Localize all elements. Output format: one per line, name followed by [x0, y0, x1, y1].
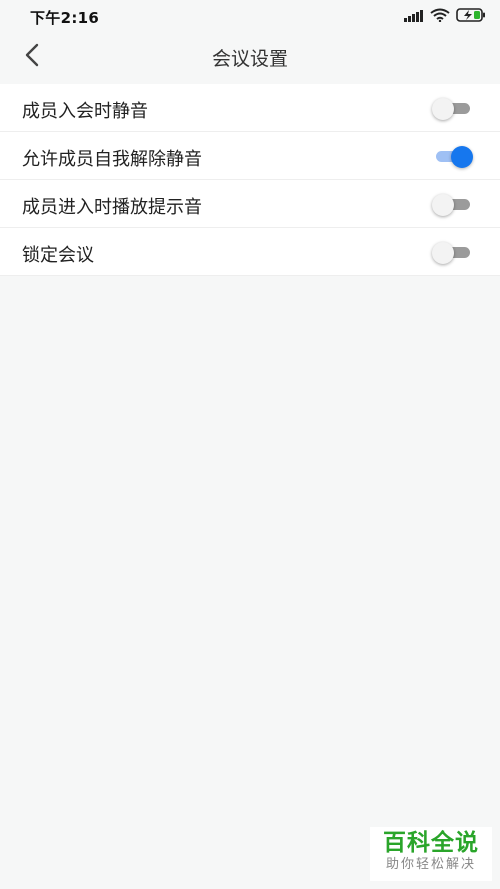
- toggle-knob: [432, 98, 454, 120]
- setting-label: 成员进入时播放提示音: [22, 197, 202, 218]
- setting-label: 成员入会时静音: [22, 101, 148, 122]
- status-time: 下午2:16: [30, 9, 100, 27]
- setting-label: 锁定会议: [22, 245, 94, 266]
- toggle-knob: [432, 242, 454, 264]
- page-title: 会议设置: [211, 48, 288, 70]
- nav-bar: 会议设置: [0, 32, 500, 82]
- battery-charging-icon: [456, 7, 486, 26]
- toggle-knob: [432, 194, 454, 216]
- lock-meeting-toggle[interactable]: [432, 242, 472, 264]
- status-bar: 下午2:16: [0, 0, 500, 32]
- signal-icon: [404, 7, 424, 26]
- toggle-knob: [451, 146, 473, 168]
- setting-row-mute-on-join: 成员入会时静音: [0, 84, 500, 132]
- wifi-icon: [430, 7, 450, 26]
- setting-row-lock-meeting: 锁定会议: [0, 228, 500, 276]
- setting-label: 允许成员自我解除静音: [22, 149, 202, 170]
- status-icons: [404, 7, 486, 25]
- watermark: 百科全说 助你轻松解决: [370, 827, 492, 881]
- mute-on-join-toggle[interactable]: [432, 98, 472, 120]
- allow-self-unmute-toggle[interactable]: [434, 146, 473, 168]
- setting-row-allow-self-unmute: 允许成员自我解除静音: [0, 132, 500, 180]
- watermark-sub: 助你轻松解决: [385, 857, 476, 872]
- join-sound-toggle[interactable]: [432, 194, 472, 216]
- settings-list: 成员入会时静音 允许成员自我解除静音 成员进入时播放提示音 锁定会议: [0, 84, 500, 276]
- watermark-main: 百科全说: [383, 830, 479, 856]
- setting-row-join-sound: 成员进入时播放提示音: [0, 180, 500, 228]
